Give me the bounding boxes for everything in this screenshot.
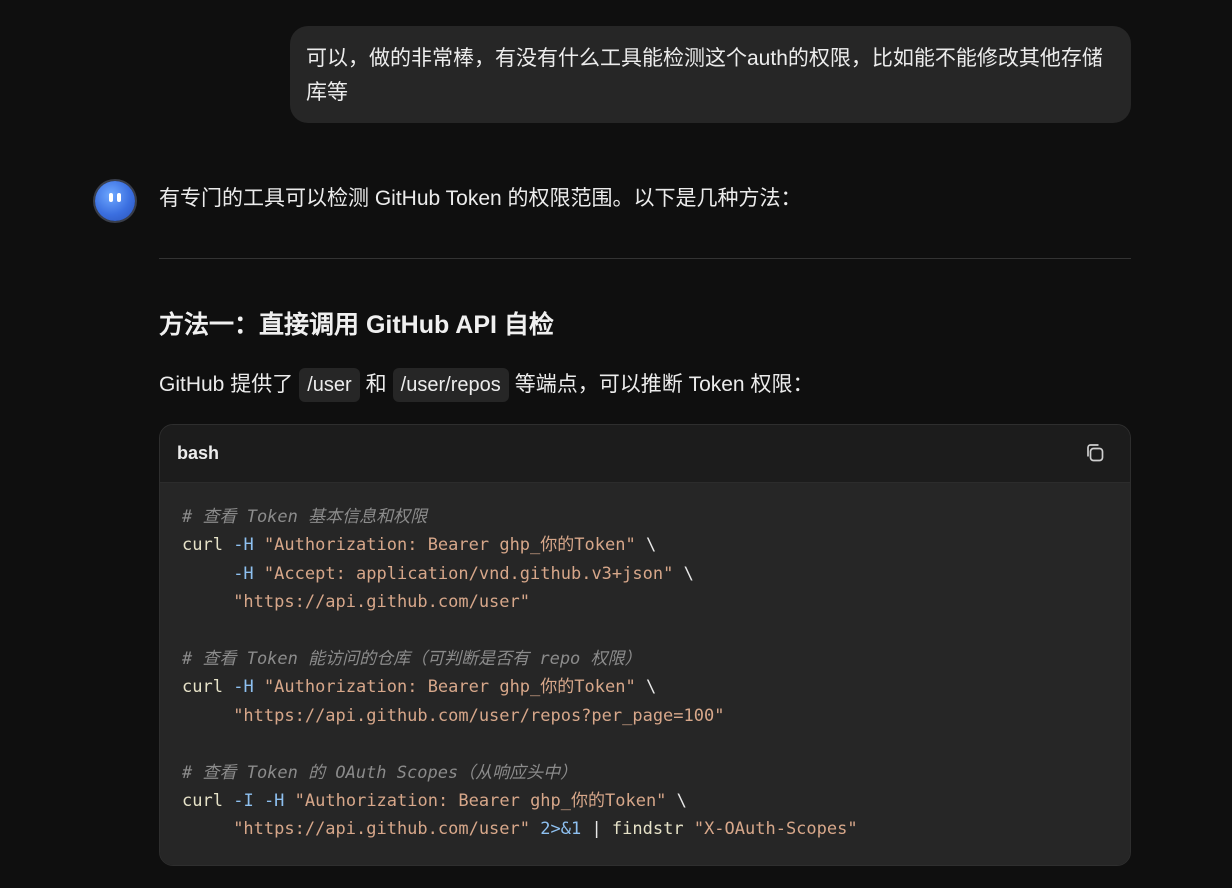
assistant-avatar-icon bbox=[95, 181, 135, 221]
code-token-str: "https://api.github.com/user" bbox=[233, 819, 530, 840]
code-token-flag: -H bbox=[233, 563, 254, 584]
code-token-flag: -I bbox=[233, 790, 254, 811]
code-token-cmd: curl bbox=[182, 677, 223, 698]
code-block-header: bash bbox=[160, 425, 1130, 483]
avatar-eye-right bbox=[117, 193, 121, 202]
code-block: bash # 查看 Token 基本信息和权限 curl -H "Authoriz… bbox=[159, 424, 1131, 866]
code-line: curl -I -H "Authorization: Bearer ghp_你的… bbox=[160, 787, 1130, 815]
desc-mid: 和 bbox=[365, 373, 387, 396]
code-language-label: bash bbox=[177, 443, 220, 463]
code-token-plain: \ bbox=[635, 535, 657, 556]
code-line: "https://api.github.com/user" 2>&1 | fin… bbox=[160, 815, 1130, 843]
code-line: # 查看 Token 基本信息和权限 bbox=[160, 503, 1130, 531]
code-token-plain: | bbox=[581, 819, 612, 840]
code-token-str: "https://api.github.com/user" bbox=[233, 592, 530, 613]
code-token-str: "Authorization: Bearer ghp_你的Token" bbox=[263, 677, 636, 698]
code-token-flag: -H bbox=[233, 677, 254, 698]
user-message-text: 可以，做的非常棒，有没有什么工具能检测这个auth的权限，比如能不能修改其他存储… bbox=[306, 47, 1103, 104]
code-token-flag: -H bbox=[233, 535, 254, 556]
code-line: "https://api.github.com/user" bbox=[160, 588, 1130, 616]
user-message-bubble: 可以，做的非常棒，有没有什么工具能检测这个auth的权限，比如能不能修改其他存储… bbox=[290, 26, 1131, 123]
code-token-comment: # 查看 Token 的 OAuth Scopes（从响应头中） bbox=[182, 762, 578, 783]
code-line: # 查看 Token 的 OAuth Scopes（从响应头中） bbox=[160, 759, 1130, 787]
code-token-flag: -H bbox=[263, 790, 285, 811]
code-token-str: "Accept: application/vnd.github.v3+json" bbox=[263, 563, 674, 584]
code-token-str: "Authorization: Bearer ghp_你的Token" bbox=[294, 790, 667, 811]
code-token-comment: # 查看 Token 能访问的仓库（可判断是否有 repo 权限） bbox=[182, 648, 642, 669]
desc-suffix: 等端点，可以推断 Token 权限： bbox=[514, 373, 814, 396]
desc-prefix: GitHub 提供了 bbox=[159, 373, 294, 396]
section-divider bbox=[159, 258, 1131, 259]
code-line: "https://api.github.com/user/repos?per_p… bbox=[160, 702, 1130, 730]
code-token-str: "https://api.github.com/user/repos?per_p… bbox=[233, 705, 725, 726]
code-line: # 查看 Token 能访问的仓库（可判断是否有 repo 权限） bbox=[160, 645, 1130, 673]
code-token-cmd: findstr bbox=[611, 819, 684, 840]
copy-icon bbox=[1087, 444, 1104, 462]
chat-page: 可以，做的非常棒，有没有什么工具能检测这个auth的权限，比如能不能修改其他存储… bbox=[0, 0, 1232, 888]
section-description: GitHub 提供了/user 和/user/repos 等端点，可以推断 Toke… bbox=[159, 366, 813, 404]
inline-code-user: /user bbox=[299, 368, 360, 402]
code-token-plain: \ bbox=[635, 677, 657, 698]
assistant-intro-text: 有专门的工具可以检测 GitHub Token 的权限范围。以下是几种方法： bbox=[159, 187, 802, 210]
avatar-eye-left bbox=[109, 193, 113, 202]
code-token-plain: \ bbox=[673, 563, 694, 584]
code-token-cmd: curl bbox=[182, 535, 223, 556]
inline-code-user-repos: /user/repos bbox=[392, 368, 509, 402]
code-line: -H "Accept: application/vnd.github.v3+js… bbox=[160, 560, 1130, 588]
code-token-str: "X-OAuth-Scopes" bbox=[693, 819, 858, 840]
code-line: curl -H "Authorization: Bearer ghp_你的Tok… bbox=[160, 531, 1130, 559]
code-content: # 查看 Token 基本信息和权限 curl -H "Authorization… bbox=[160, 483, 1130, 865]
code-token-cmd: curl bbox=[182, 790, 223, 811]
code-token-op: 2>&1 bbox=[540, 819, 582, 840]
code-token-comment: # 查看 Token 基本信息和权限 bbox=[182, 507, 428, 527]
code-line: curl -H "Authorization: Bearer ghp_你的Tok… bbox=[160, 673, 1130, 701]
section-heading: 方法一：直接调用 GitHub API 自检 bbox=[159, 311, 554, 339]
copy-code-button[interactable] bbox=[1084, 442, 1106, 464]
code-token-str: "Authorization: Bearer ghp_你的Token" bbox=[263, 535, 636, 556]
code-token-plain: \ bbox=[666, 790, 687, 811]
